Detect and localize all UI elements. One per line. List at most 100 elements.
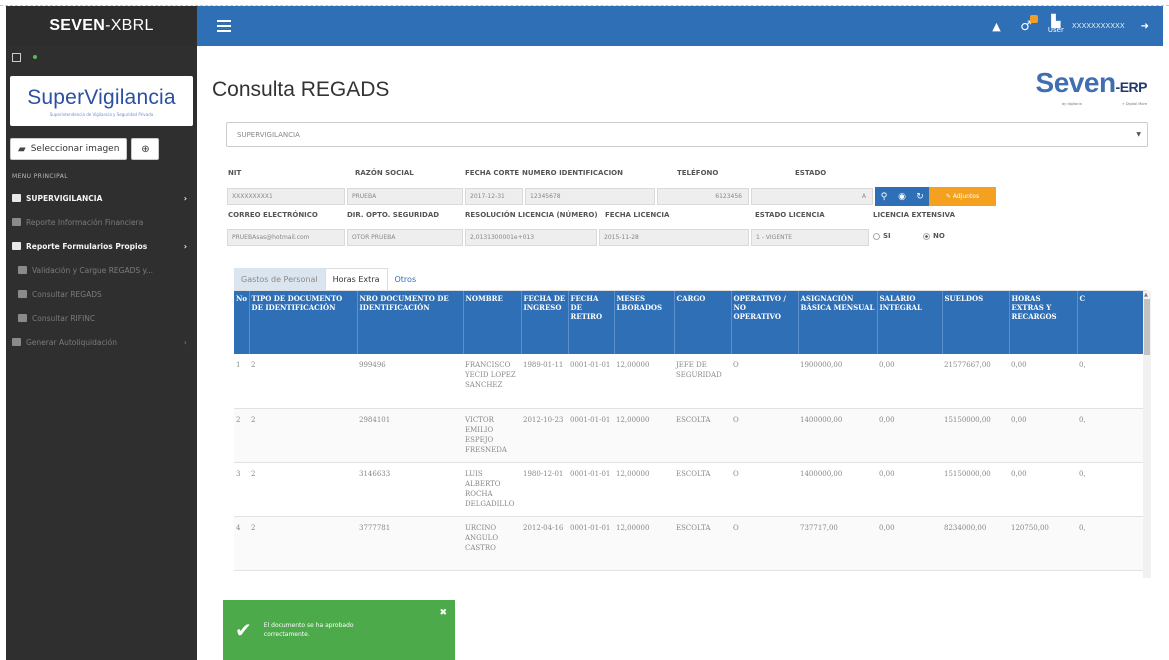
col-header[interactable]: No xyxy=(234,291,250,354)
col-header[interactable]: TIPO DE DOCUMENTO DE IDENTIFICACIÓN xyxy=(249,291,358,354)
col-header[interactable]: MESES LBORADOS xyxy=(614,291,675,354)
view-button[interactable]: ◉ xyxy=(893,187,911,206)
col-header[interactable]: FECHA DE INGRESO xyxy=(521,291,569,354)
chevron-right-icon: › xyxy=(183,241,187,251)
search-button[interactable]: ⚲ xyxy=(875,187,893,206)
tab-gastos-personal[interactable]: Gastos de Personal xyxy=(234,268,325,290)
col-header[interactable]: C xyxy=(1077,291,1147,354)
table-cell: 0,00 xyxy=(877,462,942,517)
nit-field[interactable]: XXXXXXXXX1 xyxy=(227,188,345,205)
estado-licencia-field[interactable]: 1 - VIGENTE xyxy=(751,229,869,246)
table-cell: 1989-01-11 xyxy=(521,354,568,409)
fecha-corte-field[interactable]: 2017-12-31 xyxy=(465,188,523,205)
image-settings-button[interactable]: ⊕ xyxy=(131,138,160,160)
licencia-si-radio[interactable]: SI xyxy=(873,232,891,240)
sidebar-item-consultar-regads[interactable]: Consultar REGADS xyxy=(6,282,197,306)
sidebar-item-validacion[interactable]: Validación y Cargue REGADS y... xyxy=(6,258,197,282)
notifications-icon[interactable]: ♂ xyxy=(1020,14,1038,34)
table-cell: 1 xyxy=(234,354,249,409)
num-id-field[interactable]: 12345678 xyxy=(525,188,655,205)
table-cell: FRANCISCO YECID LOPEZ SANCHEZ xyxy=(463,354,521,409)
radio-icon xyxy=(873,232,880,240)
tab-otros[interactable]: Otros xyxy=(388,268,424,290)
nit-label: NIT xyxy=(228,169,242,177)
table-row[interactable]: 1 2 999496 FRANCISCO YECID LOPEZ SANCHEZ 198… xyxy=(234,354,1147,409)
logo-subtitle: Superintendencia de Vigilancia y Segurid… xyxy=(49,111,154,117)
table-cell: O xyxy=(731,516,798,571)
table-cell: 2 xyxy=(249,462,357,517)
table-row[interactable]: 2 2 2984101 VICTOR EMILIO ESPEJO FRESNEDA 20… xyxy=(234,408,1147,463)
estado-label: ESTADO xyxy=(795,169,827,177)
licencia-extensiva-label: LICENCIA EXTENSIVA xyxy=(873,211,956,219)
bell-icon[interactable]: ▲ xyxy=(992,20,1004,33)
col-header[interactable]: NRO DOCUMENTO DE IDENTIFICACIÓN xyxy=(357,291,464,354)
sidebar-item-label: Reporte Formularios Propios xyxy=(26,241,148,251)
refresh-button[interactable]: ↻ xyxy=(911,187,929,206)
select-image-button[interactable]: ▰ Seleccionar imagen xyxy=(10,138,128,160)
table-cell: 3 xyxy=(234,462,249,517)
table-cell: 0,00 xyxy=(1009,408,1077,463)
hamburger-menu-icon[interactable] xyxy=(217,20,231,32)
table-scrollbar[interactable]: ▲ xyxy=(1143,291,1151,578)
checkmark-icon: ✔ xyxy=(235,618,252,642)
licencia-no-radio[interactable]: NO xyxy=(923,232,945,240)
table-cell: 0,00 xyxy=(877,408,942,463)
col-header[interactable]: SUELDOS xyxy=(942,291,1010,354)
fecha-licencia-label: FECHA LICENCIA xyxy=(605,211,670,219)
chevron-right-icon: › xyxy=(183,193,187,203)
attachments-button[interactable]: ✎ Adjuntos xyxy=(929,187,996,206)
folder-icon xyxy=(12,194,21,202)
brand-rest: -XBRL xyxy=(105,17,154,34)
table-row[interactable]: 4 2 3777781 URCINO ANGULO CASTRO 2012-04-16 0… xyxy=(234,516,1147,571)
table-cell: 0, xyxy=(1077,516,1147,571)
table-cell: 1400000,00 xyxy=(798,408,877,463)
col-header[interactable]: CARGO xyxy=(674,291,732,354)
table-cell: 1980-12-01 xyxy=(521,462,568,517)
sidebar-item-supervigilancia[interactable]: SUPERVIGILANCIA › xyxy=(6,186,197,210)
col-header[interactable]: OPERATIVO / NO OPERATIVO xyxy=(731,291,799,354)
search-icon: ⚲ xyxy=(880,191,888,202)
telefono-field[interactable]: 6123456 xyxy=(657,188,749,205)
table-cell: O xyxy=(731,408,798,463)
col-header[interactable]: HORAS EXTRAS Y RECARGOS xyxy=(1009,291,1078,354)
scrollbar-thumb[interactable] xyxy=(1144,299,1150,355)
col-header[interactable]: ASIGNACIÓN BÁSICA MENSUAL xyxy=(798,291,878,354)
table-cell: JEFE DE SEGURIDAD xyxy=(674,354,731,409)
col-header[interactable]: NOMBRE xyxy=(463,291,522,354)
user-menu[interactable]: ▙ User XXXXXXXXXXX xyxy=(1047,15,1125,35)
tab-horas-extra[interactable]: Horas Extra xyxy=(324,268,388,290)
telefono-label: TELÉFONO xyxy=(677,169,719,177)
correo-field[interactable]: PRUEBAsas@hotmail.com xyxy=(227,229,345,246)
razon-field[interactable]: PRUEBA xyxy=(347,188,463,205)
table-cell: 999496 xyxy=(357,354,463,409)
user-caption: User xyxy=(1047,26,1064,34)
username: XXXXXXXXXXX xyxy=(1071,22,1125,30)
dir-field[interactable]: OTOR PRUEBA xyxy=(347,229,463,246)
resolucion-field[interactable]: 2,0131300001e+013 xyxy=(465,229,597,246)
table-cell: 0, xyxy=(1077,462,1147,517)
sidebar-item-reporte-financiera[interactable]: Reporte Información Financiera xyxy=(6,210,197,234)
logo-tag-left: by digitaria xyxy=(1061,102,1082,106)
table-row[interactable]: 3 2 3146633 LUIS ALBERTO ROCHA DELGADILLO 19… xyxy=(234,462,1147,517)
data-table: No TIPO DE DOCUMENTO DE IDENTIFICACIÓN N… xyxy=(234,291,1147,571)
scroll-up-icon[interactable]: ▲ xyxy=(1144,292,1148,298)
sidebar-item-reporte-formularios[interactable]: Reporte Formularios Propios › xyxy=(6,234,197,258)
estado-field[interactable]: A xyxy=(751,188,873,205)
logout-icon[interactable]: ➜ xyxy=(1141,21,1149,32)
sidebar-toggle-icon[interactable] xyxy=(12,52,21,62)
close-icon[interactable]: ✖ xyxy=(439,608,447,618)
fecha-licencia-field[interactable]: 2015-11-28 xyxy=(599,229,749,246)
table-cell: 0001-01-01 xyxy=(568,462,614,517)
table-cell: 12,00000 xyxy=(614,354,674,409)
table-cell: 120750,00 xyxy=(1009,516,1077,571)
company-select[interactable]: SUPERVIGILANCIA ▼ xyxy=(226,122,1148,147)
paperclip-icon: ✎ xyxy=(945,193,951,200)
sidebar-item-autoliquidacion[interactable]: Generar Autoliquidación › xyxy=(6,330,197,354)
col-header[interactable]: SALARIO INTEGRAL xyxy=(877,291,943,354)
radio-selected-icon xyxy=(923,232,930,240)
table-cell: 0,00 xyxy=(1009,354,1077,409)
sidebar-item-consultar-rifinc[interactable]: Consultar RIFINC xyxy=(6,306,197,330)
success-toast: ✔ El documento se ha aprobado correctame… xyxy=(223,600,455,660)
col-header[interactable]: FECHA DE RETIRO xyxy=(568,291,615,354)
folder-icon xyxy=(12,338,21,346)
